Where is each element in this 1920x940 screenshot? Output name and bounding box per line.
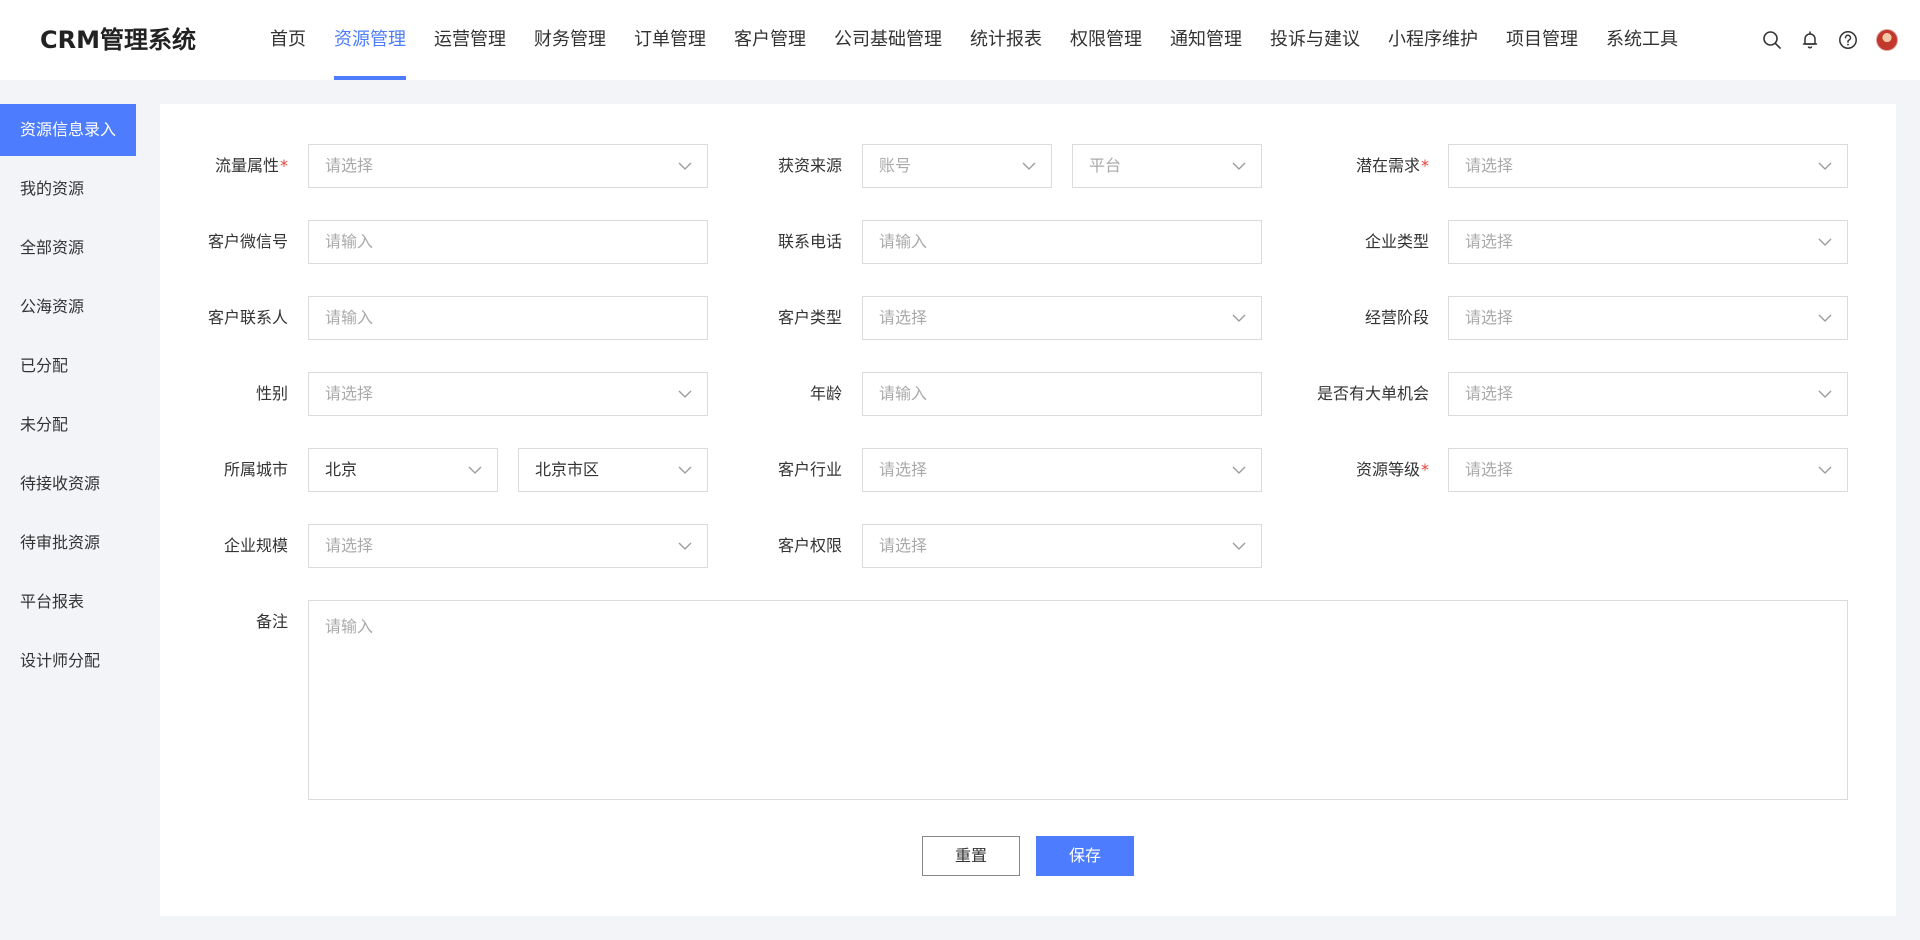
bell-icon[interactable] [1800,30,1820,50]
save-button[interactable]: 保存 [1036,836,1134,876]
nav-item-reports[interactable]: 统计报表 [956,0,1056,80]
company-scale-select[interactable]: 请选择 [308,524,708,568]
sidebar-item-designer-assign[interactable]: 设计师分配 [0,635,136,687]
chevron-down-icon [677,462,693,478]
potential-need-label: 潜在需求* [1355,156,1429,175]
source-account-select[interactable]: 账号 [862,144,1052,188]
phone-input[interactable]: 请输入 [862,220,1262,264]
industry-label: 客户行业 [777,460,842,479]
gender-label: 性别 [255,384,288,403]
nav-item-resource-management[interactable]: 资源管理 [320,0,420,80]
sidebar-item-platform-report[interactable]: 平台报表 [0,576,136,628]
sidebar: 资源信息录入 我的资源 全部资源 公海资源 已分配 未分配 待接收资源 待审批资… [0,104,136,694]
sidebar-item-public-resources[interactable]: 公海资源 [0,281,136,333]
city-district-select[interactable]: 北京市区 [518,448,708,492]
traffic-attr-label: 流量属性* [214,156,288,175]
gender-select[interactable]: 请选择 [308,372,708,416]
chevron-down-icon [467,462,483,478]
chevron-down-icon [1817,386,1833,402]
search-icon[interactable] [1762,30,1782,50]
header-tools [1762,0,1898,80]
customer-permission-select[interactable]: 请选择 [862,524,1262,568]
resource-level-select[interactable]: 请选择 [1448,448,1848,492]
remark-label: 备注 [255,612,288,631]
wechat-input[interactable]: 请输入 [308,220,708,264]
sidebar-item-my-resources[interactable]: 我的资源 [0,163,136,215]
chevron-down-icon [1231,538,1247,554]
nav-item-projects[interactable]: 项目管理 [1492,0,1592,80]
nav-item-permissions[interactable]: 权限管理 [1056,0,1156,80]
business-stage-label: 经营阶段 [1364,308,1429,327]
big-deal-label: 是否有大单机会 [1316,384,1429,403]
chevron-down-icon [1021,158,1037,174]
chevron-down-icon [1231,462,1247,478]
traffic-attr-select[interactable]: 请选择 [308,144,708,188]
city-province-select[interactable]: 北京 [308,448,498,492]
sidebar-item-all-resources[interactable]: 全部资源 [0,222,136,274]
sidebar-item-pending-receive[interactable]: 待接收资源 [0,458,136,510]
chevron-down-icon [1817,158,1833,174]
chevron-down-icon [677,158,693,174]
customer-type-label: 客户类型 [777,308,842,327]
app-logo: CRM管理系统 [40,26,196,54]
business-stage-select[interactable]: 请选择 [1448,296,1848,340]
chevron-down-icon [1231,158,1247,174]
age-label: 年龄 [809,384,842,403]
required-mark: * [280,156,288,175]
chevron-down-icon [1817,234,1833,250]
age-input[interactable]: 请输入 [862,372,1262,416]
customer-permission-label: 客户权限 [777,536,842,555]
chevron-down-icon [1817,462,1833,478]
nav-item-operations[interactable]: 运营管理 [420,0,520,80]
chevron-down-icon [677,386,693,402]
remark-textarea[interactable]: 请输入 [308,600,1848,800]
company-type-label: 企业类型 [1364,232,1429,251]
wechat-label: 客户微信号 [207,232,288,251]
resource-level-label: 资源等级* [1355,460,1429,479]
nav-item-orders[interactable]: 订单管理 [620,0,720,80]
chevron-down-icon [1231,310,1247,326]
big-deal-select[interactable]: 请选择 [1448,372,1848,416]
form-panel: 流量属性* 请选择 获资来源 账号 平台 潜在需求* 请选择 客户微信号 请输入… [160,104,1896,916]
nav-item-notifications[interactable]: 通知管理 [1156,0,1256,80]
nav-item-miniprogram[interactable]: 小程序维护 [1374,0,1492,80]
sidebar-item-assigned[interactable]: 已分配 [0,340,136,392]
avatar[interactable] [1876,29,1898,51]
sidebar-item-pending-approval[interactable]: 待审批资源 [0,517,136,569]
nav-item-company-basics[interactable]: 公司基础管理 [820,0,956,80]
sidebar-item-unassigned[interactable]: 未分配 [0,399,136,451]
main-nav: 首页 资源管理 运营管理 财务管理 订单管理 客户管理 公司基础管理 统计报表 … [256,0,1692,80]
chevron-down-icon [677,538,693,554]
company-scale-label: 企业规模 [223,536,288,555]
top-header: CRM管理系统 首页 资源管理 运营管理 财务管理 订单管理 客户管理 公司基础… [0,0,1920,80]
help-icon[interactable] [1838,30,1858,50]
nav-item-customers[interactable]: 客户管理 [720,0,820,80]
source-platform-select[interactable]: 平台 [1072,144,1262,188]
customer-type-select[interactable]: 请选择 [862,296,1262,340]
nav-item-system-tools[interactable]: 系统工具 [1592,0,1692,80]
chevron-down-icon [1817,310,1833,326]
potential-need-select[interactable]: 请选择 [1448,144,1848,188]
phone-label: 联系电话 [777,232,842,251]
nav-item-finance[interactable]: 财务管理 [520,0,620,80]
company-type-select[interactable]: 请选择 [1448,220,1848,264]
required-mark: * [1421,460,1429,479]
nav-item-complaints[interactable]: 投诉与建议 [1256,0,1374,80]
industry-select[interactable]: 请选择 [862,448,1262,492]
required-mark: * [1421,156,1429,175]
sidebar-item-resource-entry[interactable]: 资源信息录入 [0,104,136,156]
nav-item-home[interactable]: 首页 [256,0,320,80]
source-label: 获资来源 [777,156,842,175]
reset-button[interactable]: 重置 [922,836,1020,876]
contact-input[interactable]: 请输入 [308,296,708,340]
contact-label: 客户联系人 [207,308,288,327]
city-label: 所属城市 [223,460,288,479]
